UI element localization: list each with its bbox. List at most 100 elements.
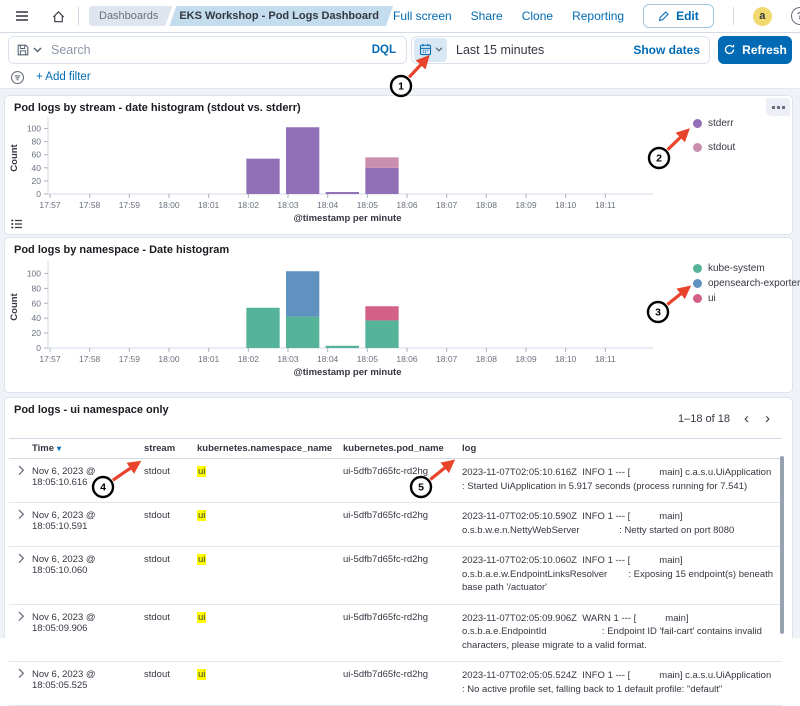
legend-label: opensearch-exporter [708, 278, 800, 289]
expand-row-icon[interactable] [9, 662, 32, 682]
chevron-down-icon [435, 47, 443, 52]
breadcrumb-current-dashboard: EKS Workshop - Pod Logs Dashboard [169, 6, 393, 26]
svg-text:18:08: 18:08 [476, 354, 498, 364]
pod-cell: ui-5dfb7d65fc-rd2hg [343, 605, 462, 632]
stream-cell: stdout [144, 662, 197, 689]
bar-stream-stderr-18:04[interactable] [326, 192, 359, 194]
time-range-value[interactable]: Last 15 minutes [456, 43, 544, 57]
menu-icon[interactable] [10, 4, 34, 28]
avatar[interactable]: a [753, 7, 772, 26]
reporting-link[interactable]: Reporting [572, 9, 624, 23]
bar-stream-stderr-18:03[interactable] [286, 127, 319, 194]
bar-stream-stderr-18:05[interactable] [365, 168, 398, 194]
legend-item-stdout[interactable]: stdout [693, 142, 735, 153]
highlighted-namespace: ui [197, 669, 206, 680]
svg-text:18:06: 18:06 [396, 354, 418, 364]
svg-text:17:59: 17:59 [119, 354, 141, 364]
logs-table: Time▾streamkubernetes.namespace_namekube… [9, 438, 782, 706]
home-icon[interactable] [46, 4, 70, 28]
add-filter-link[interactable]: + Add filter [36, 71, 91, 83]
divider [733, 7, 734, 25]
panel-logs-table: Pod logs - ui namespace only 1–18 of 18 … [4, 397, 793, 638]
bar-stream-stderr-18:02[interactable] [246, 159, 279, 194]
stream-cell: stdout [144, 547, 197, 574]
help-icon[interactable]: ? [791, 7, 800, 25]
next-page-icon[interactable]: › [763, 413, 772, 425]
svg-text:18:10: 18:10 [555, 354, 577, 364]
namespace-histogram-chart: 02040608010017:5717:5817:5918:0018:0118:… [5, 256, 794, 390]
panel-namespace-histogram: Pod logs by namespace - Date histogram 0… [4, 237, 793, 393]
share-link[interactable]: Share [471, 9, 503, 23]
previous-page-icon[interactable]: ‹ [742, 413, 751, 425]
stream-cell: stdout [144, 605, 197, 632]
namespace-cell: ui [197, 459, 343, 486]
expand-row-icon[interactable] [9, 503, 32, 523]
bar-namespace-kube-system-18:05[interactable] [365, 320, 398, 348]
table-row: Nov 6, 2023 @ 18:05:10.616stdoutuiui-5df… [9, 459, 782, 503]
svg-text:0: 0 [36, 343, 41, 353]
table-row: Nov 6, 2023 @ 18:05:09.906stdoutuiui-5df… [9, 605, 782, 663]
svg-text:17:58: 17:58 [79, 200, 101, 210]
search-input[interactable] [49, 42, 362, 58]
chart-legend: kube-system opensearch-exporter ui [693, 263, 800, 304]
svg-text:40: 40 [32, 163, 42, 173]
table-scrollbar[interactable] [780, 456, 784, 634]
table-row: Nov 6, 2023 @ 18:05:10.591stdoutuiui-5df… [9, 503, 782, 547]
svg-text:17:57: 17:57 [39, 200, 61, 210]
svg-text:17:57: 17:57 [39, 354, 61, 364]
saved-query-menu-button[interactable] [9, 37, 49, 63]
full-screen-link[interactable]: Full screen [393, 9, 452, 23]
highlighted-namespace: ui [197, 554, 206, 565]
svg-text:18:04: 18:04 [317, 200, 339, 210]
highlighted-namespace: ui [197, 612, 206, 623]
refresh-button[interactable]: Refresh [718, 36, 792, 64]
legend-label: stderr [708, 118, 734, 129]
clone-link[interactable]: Clone [522, 9, 553, 23]
bar-namespace-ui-18:05[interactable] [365, 306, 398, 320]
column-header-time[interactable]: Time▾ [32, 439, 144, 458]
table-row: Nov 6, 2023 @ 18:05:05.525stdoutuiui-5df… [9, 662, 782, 706]
svg-text:18:09: 18:09 [515, 354, 537, 364]
svg-text:17:58: 17:58 [79, 354, 101, 364]
breadcrumb-dashboards[interactable]: Dashboards [89, 6, 172, 26]
legend-item-kube-system[interactable]: kube-system [693, 263, 800, 274]
legend-item-stderr[interactable]: stderr [693, 118, 735, 129]
svg-text:20: 20 [32, 176, 42, 186]
bar-namespace-kube-system-18:03[interactable] [286, 317, 319, 348]
svg-text:18:03: 18:03 [277, 200, 299, 210]
date-quick-select-button[interactable] [414, 38, 447, 62]
svg-text:80: 80 [32, 137, 42, 147]
nav-actions: Full screen Share Clone Reporting Edit a… [393, 4, 800, 28]
svg-text:0: 0 [36, 189, 41, 199]
legend-item-ui[interactable]: ui [693, 293, 800, 304]
expand-row-icon[interactable] [9, 605, 32, 625]
bar-stream-stdout-18:05[interactable] [365, 157, 398, 167]
highlighted-namespace: ui [197, 466, 206, 477]
panel-title: Pod logs by stream - date histogram (std… [5, 96, 792, 114]
namespace-cell: ui [197, 547, 343, 574]
svg-text:@timestamp per minute: @timestamp per minute [294, 213, 402, 224]
bar-namespace-kube-system-18:02[interactable] [246, 308, 279, 348]
edit-button[interactable]: Edit [643, 4, 714, 28]
svg-text:18:03: 18:03 [277, 354, 299, 364]
time-cell: Nov 6, 2023 @ 18:05:10.616 [32, 459, 144, 497]
expand-row-icon[interactable] [9, 459, 32, 479]
expand-row-icon[interactable] [9, 547, 32, 567]
svg-text:18:01: 18:01 [198, 200, 220, 210]
chevron-down-icon [33, 47, 42, 53]
bar-namespace-kube-system-18:04[interactable] [326, 346, 359, 348]
legend-toggle-icon[interactable] [8, 216, 26, 232]
filter-options-icon[interactable] [8, 68, 26, 86]
legend-dot-icon [693, 143, 702, 152]
svg-text:80: 80 [32, 283, 42, 293]
legend-item-opensearch-exporter[interactable]: opensearch-exporter [693, 278, 800, 289]
query-language-button[interactable]: DQL [362, 44, 406, 56]
svg-text:18:06: 18:06 [396, 200, 418, 210]
show-dates-link[interactable]: Show dates [633, 43, 700, 57]
time-cell: Nov 6, 2023 @ 18:05:05.525 [32, 662, 144, 700]
svg-text:18:11: 18:11 [595, 200, 616, 210]
bar-namespace-opensearch-exporter-18:03[interactable] [286, 271, 319, 316]
svg-text:60: 60 [32, 150, 42, 160]
panel-options-icon[interactable] [766, 98, 790, 116]
table-header-row: Time▾streamkubernetes.namespace_namekube… [9, 438, 782, 459]
